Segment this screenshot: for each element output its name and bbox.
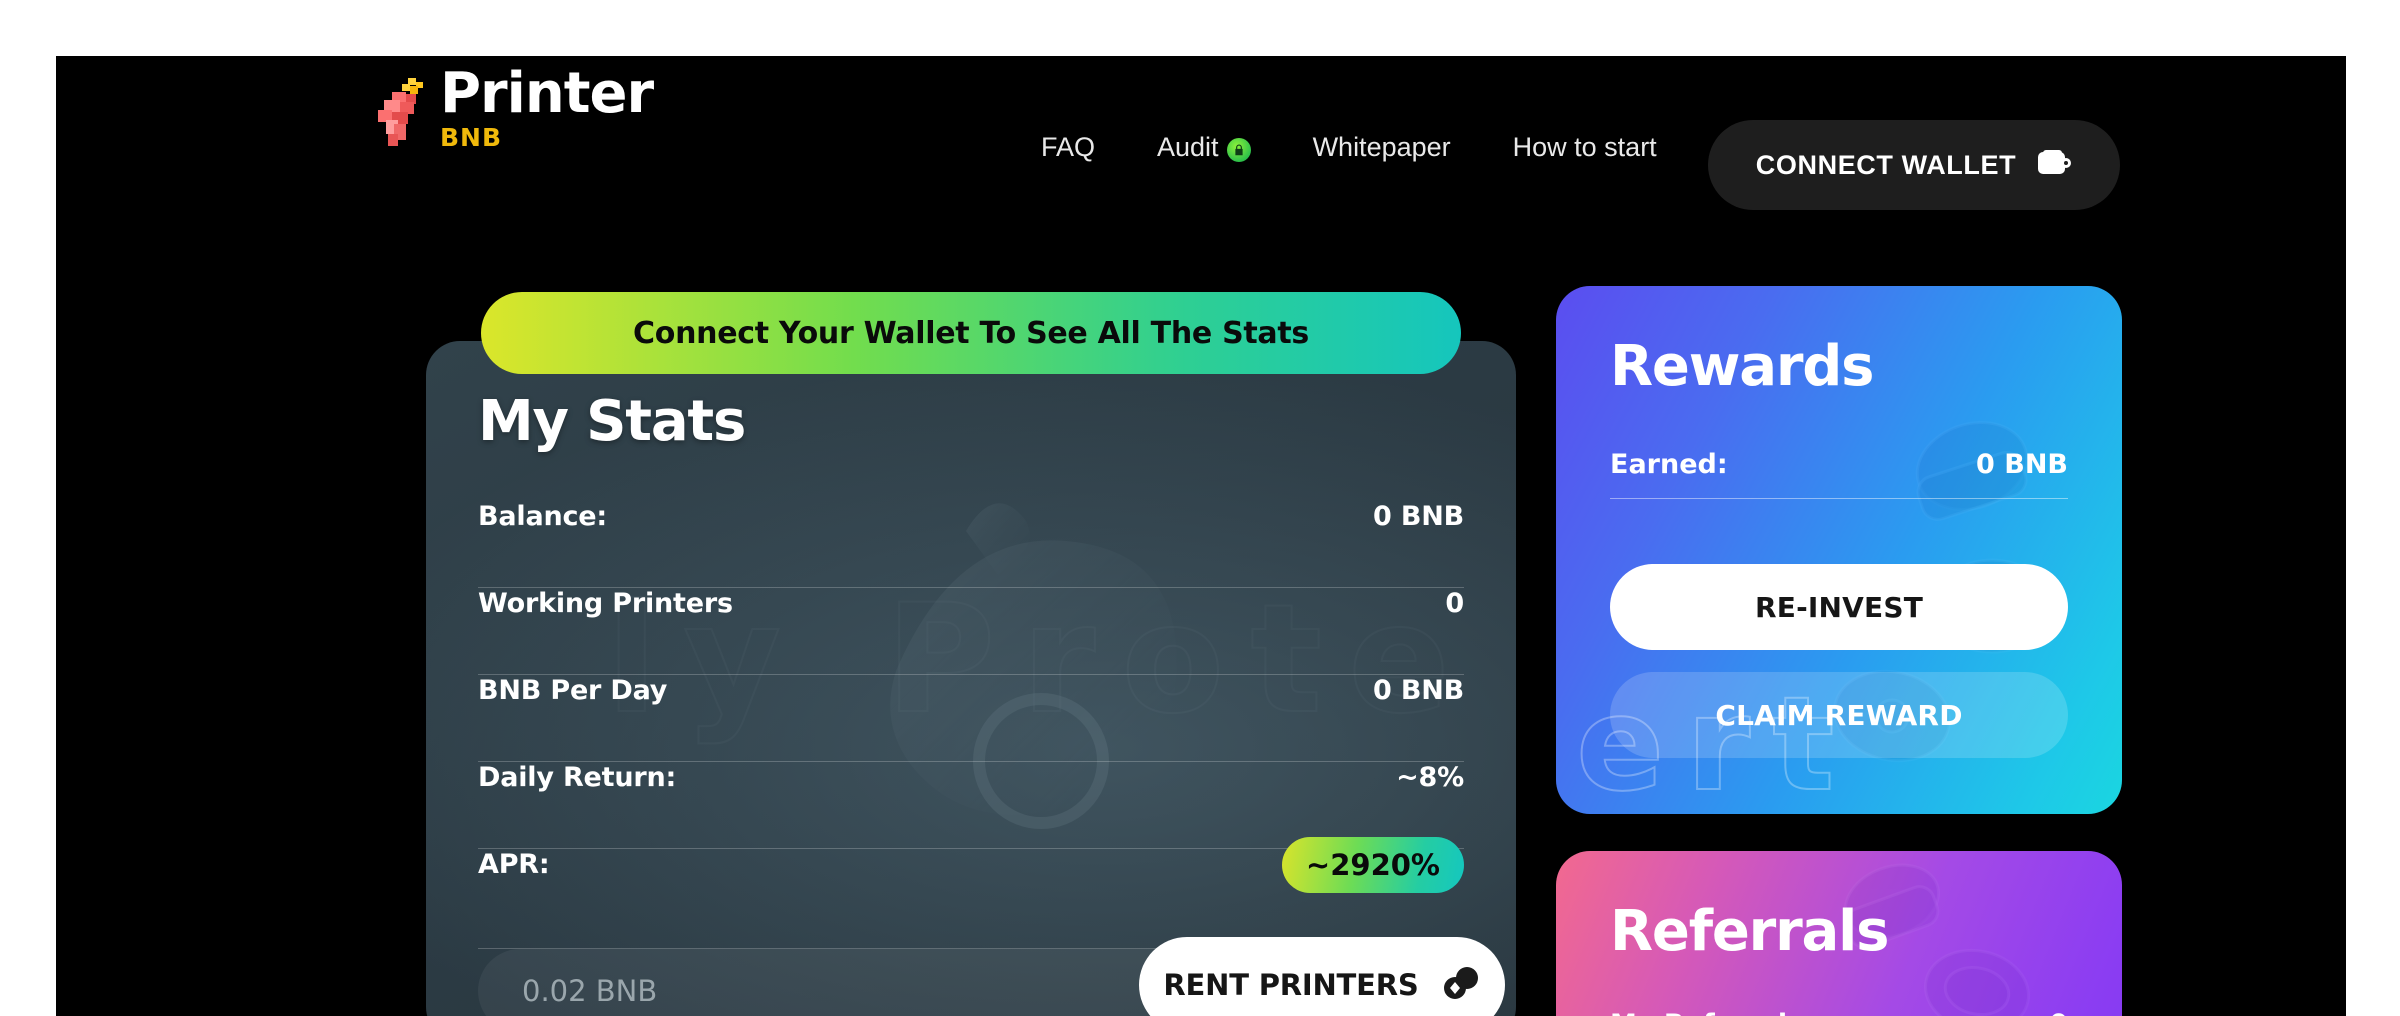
coins-icon xyxy=(1441,966,1481,1005)
stat-value-balance: 0 BNB xyxy=(1373,501,1464,532)
printer-gun-icon xyxy=(372,72,428,150)
stat-label-daily-return: Daily Return: xyxy=(478,762,677,793)
logo-subtitle: BNB xyxy=(440,123,503,152)
my-referrals-row: My Referrals 0 xyxy=(1610,1009,2068,1016)
nav-whitepaper-label: Whitepaper xyxy=(1312,132,1451,162)
rewards-earned-label: Earned: xyxy=(1610,449,1728,480)
claim-reward-button[interactable]: CLAIM REWARD xyxy=(1610,672,2068,758)
rewards-earned-row: Earned: 0 BNB xyxy=(1610,449,2068,499)
rent-printers-label: RENT PRINTERS xyxy=(1163,968,1419,1002)
apr-badge-label: ~2920% xyxy=(1305,848,1440,882)
referrals-card: Referrals My Referrals 0 xyxy=(1556,851,2122,1016)
reinvest-button[interactable]: RE-INVEST xyxy=(1610,564,2068,650)
logo[interactable]: Printer BNB xyxy=(372,61,654,152)
my-referrals-label: My Referrals xyxy=(1610,1009,1803,1016)
main-nav: FAQ Audit Whitepaper How to start xyxy=(1041,132,1657,163)
my-stats-title: My Stats xyxy=(478,389,746,454)
apr-badge: ~2920% xyxy=(1281,837,1464,893)
stat-label-balance: Balance: xyxy=(478,501,608,532)
lock-icon xyxy=(1226,137,1251,162)
nav-how-to-start[interactable]: How to start xyxy=(1513,132,1657,163)
stat-row-balance: Balance: 0 BNB xyxy=(478,501,1464,588)
wallet-icon xyxy=(2038,149,2072,181)
referrals-title: Referrals xyxy=(1610,899,1889,964)
logo-word: Printer xyxy=(440,61,654,126)
connect-wallet-banner[interactable]: Connect Your Wallet To See All The Stats xyxy=(481,292,1461,374)
my-stats-rows: Balance: 0 BNB Working Printers 0 BNB Pe… xyxy=(478,501,1464,949)
reinvest-label: RE-INVEST xyxy=(1754,590,1924,624)
stat-row-apr: APR: ~2920% xyxy=(478,837,1464,949)
stat-row-daily-return: Daily Return: ~8% xyxy=(478,762,1464,849)
rewards-card: ert Rewards Earned: 0 BNB RE-INVEST CLAI… xyxy=(1556,286,2122,814)
stat-label-apr: APR: xyxy=(478,849,550,880)
connect-wallet-banner-label: Connect Your Wallet To See All The Stats xyxy=(633,315,1309,351)
connect-wallet-label: CONNECT WALLET xyxy=(1755,149,2017,180)
stat-value-daily-return: ~8% xyxy=(1396,762,1464,793)
my-stats-card: ly Prote My Stats Balance: 0 BNB Working… xyxy=(426,341,1516,1016)
nav-audit-label: Audit xyxy=(1157,132,1219,162)
stat-row-bnb-per-day: BNB Per Day 0 BNB xyxy=(478,675,1464,762)
nav-whitepaper[interactable]: Whitepaper xyxy=(1313,132,1451,163)
nav-how-to-start-label: How to start xyxy=(1512,132,1657,162)
stat-value-bnb-per-day: 0 BNB xyxy=(1373,675,1464,706)
connect-wallet-button[interactable]: CONNECT WALLET xyxy=(1708,120,2120,210)
stat-value-working-printers: 0 xyxy=(1445,588,1464,619)
nav-faq-label: FAQ xyxy=(1041,132,1096,162)
site-header: Printer BNB FAQ Audit Whitepaper How to xyxy=(56,56,2346,210)
rewards-title: Rewards xyxy=(1610,334,1874,399)
nav-faq[interactable]: FAQ xyxy=(1041,132,1095,163)
rent-printers-button[interactable]: RENT PRINTERS xyxy=(1139,937,1505,1016)
stat-label-bnb-per-day: BNB Per Day xyxy=(478,675,668,706)
claim-reward-label: CLAIM REWARD xyxy=(1715,698,1963,732)
rent-printers-row: RENT PRINTERS xyxy=(478,937,1505,1016)
stat-label-working-printers: Working Printers xyxy=(478,588,733,619)
app-window: Printer BNB FAQ Audit Whitepaper How to xyxy=(56,56,2346,1016)
logo-text: Printer BNB xyxy=(440,61,654,152)
stat-row-working-printers: Working Printers 0 xyxy=(478,588,1464,675)
nav-audit[interactable]: Audit xyxy=(1157,132,1251,163)
rewards-earned-value: 0 BNB xyxy=(1976,449,2068,480)
my-referrals-value: 0 xyxy=(2049,1009,2068,1016)
